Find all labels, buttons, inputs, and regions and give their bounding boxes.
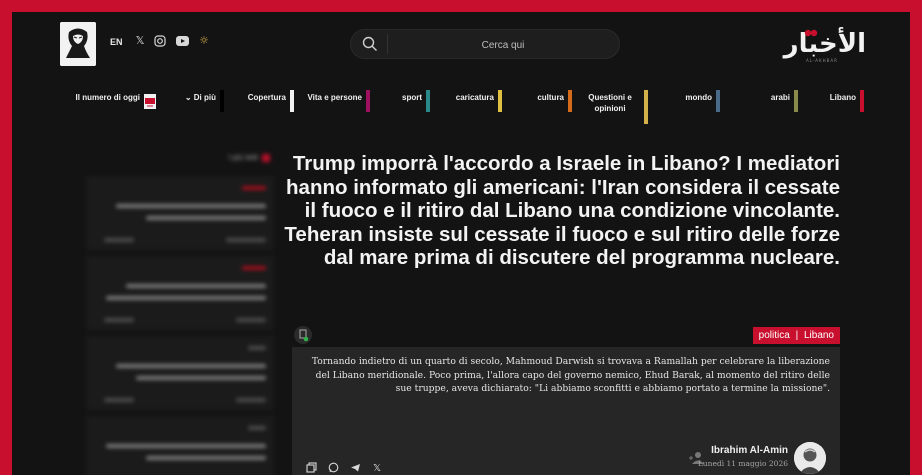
most-read-sidebar: I più letti	[86, 153, 274, 475]
nav-label: Copertura	[247, 93, 286, 102]
page-frame: EN 𝕏 ☼ الأخبار AL-AKHBAR	[12, 12, 910, 475]
nav-label: Questioni e opinioni	[588, 93, 632, 113]
pdf-icon	[144, 94, 156, 109]
tag-separator: |	[795, 330, 799, 341]
nav-color-bar	[860, 90, 864, 112]
tag-region[interactable]: Libano	[804, 330, 834, 341]
language-switch[interactable]: EN	[110, 37, 123, 47]
nav-color-bar	[716, 90, 720, 112]
chevron-down-icon: ⌄	[184, 93, 194, 102]
nav-label: arabi	[770, 93, 790, 102]
article-headline[interactable]: Trump imporrà l'accordo a Israele in Lib…	[282, 152, 840, 270]
copy-icon[interactable]	[304, 462, 318, 475]
nav-item-vita-e-persone[interactable]: Vita e persone	[294, 90, 370, 130]
nav-item-copertura[interactable]: Copertura	[226, 90, 294, 130]
nav-item-numero-di-oggi[interactable]: Il numero di oggi	[68, 90, 156, 130]
nav-label: cultura	[537, 93, 564, 102]
nav-item-sport[interactable]: sport	[370, 90, 430, 130]
nav-color-bar	[366, 90, 370, 112]
search-icon[interactable]	[361, 35, 379, 53]
nav-label: caricatura	[455, 93, 494, 102]
nav-item-arabi[interactable]: arabi	[728, 90, 798, 130]
bookmark-icon[interactable]	[294, 326, 312, 344]
sidebar-item[interactable]	[86, 336, 274, 410]
sidebar-title: I più letti	[228, 153, 258, 162]
sidebar-item[interactable]	[86, 176, 274, 250]
instagram-icon[interactable]	[152, 33, 168, 49]
whatsapp-icon[interactable]	[326, 462, 340, 475]
search-input[interactable]	[391, 33, 615, 57]
author-avatar[interactable]	[794, 442, 826, 474]
top-bar: EN 𝕏 ☼ الأخبار AL-AKHBAR	[12, 12, 910, 82]
nav-label: Libano	[829, 93, 856, 102]
search-divider	[387, 34, 388, 54]
nav-label: sport	[402, 93, 422, 102]
nav-color-bar	[426, 90, 430, 112]
sidebar-item[interactable]	[86, 416, 274, 475]
nav-item-libano[interactable]: Libano	[806, 90, 864, 130]
nav-item-di-piu[interactable]: ⌄ Di più	[164, 90, 224, 130]
nav-color-bar	[498, 90, 502, 112]
tag-section[interactable]: politica	[759, 330, 790, 341]
sidebar-item[interactable]	[86, 256, 274, 330]
article-date: Lunedì 11 maggio 2026	[697, 459, 788, 468]
youtube-icon[interactable]	[174, 33, 190, 49]
nav-color-bar	[220, 90, 224, 112]
brand-name: الأخبار	[782, 27, 866, 59]
sun-icon[interactable]: ☼	[196, 33, 212, 49]
author-name[interactable]: Ibrahim Al-Amin	[711, 445, 788, 456]
sidebar-header: I più letti	[86, 153, 274, 170]
x-icon[interactable]: 𝕏	[370, 462, 384, 475]
telegram-icon[interactable]	[348, 462, 362, 475]
nav-color-bar	[644, 90, 648, 124]
nav-color-bar	[794, 90, 798, 112]
nav-item-cultura[interactable]: cultura	[514, 90, 572, 130]
nav-label: mondo	[685, 93, 712, 102]
brand-logo[interactable]: الأخبار AL-AKHBAR	[748, 24, 868, 64]
search-bar	[350, 29, 620, 59]
nav-color-bar	[568, 90, 572, 112]
site-logo-portrait[interactable]	[60, 22, 96, 66]
nav-item-caricatura[interactable]: caricatura	[438, 90, 502, 130]
nav-item-mondo[interactable]: mondo	[650, 90, 720, 130]
nav-color-bar	[290, 90, 294, 112]
article-card: Tornando indietro di un quarto di secolo…	[292, 347, 840, 475]
article-excerpt[interactable]: Tornando indietro di un quarto di secolo…	[304, 355, 830, 396]
nav-label: Il numero di oggi	[75, 93, 140, 102]
main-nav: Libano arabi mondo Questioni e opinioni …	[68, 90, 864, 132]
nav-item-questioni[interactable]: Questioni e opinioni	[572, 90, 648, 130]
nav-label: Vita e persone	[307, 93, 362, 102]
nav-label-text: Di più	[193, 93, 216, 102]
nav-label: ⌄ Di più	[185, 92, 216, 103]
article-tag: politica | Libano	[752, 327, 840, 344]
x-icon[interactable]: 𝕏	[132, 33, 148, 49]
brand-subtitle: AL-AKHBAR	[806, 58, 838, 63]
